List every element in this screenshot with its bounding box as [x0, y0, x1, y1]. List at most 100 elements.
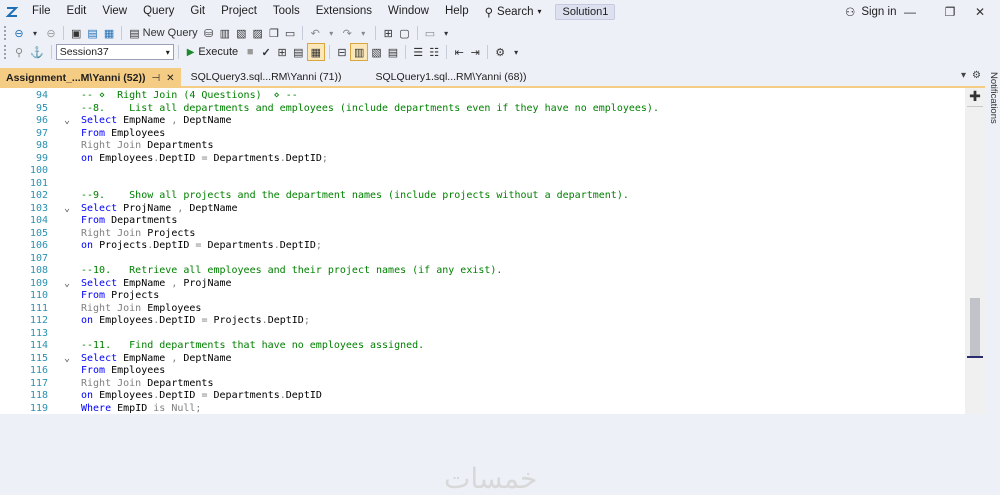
toolbar-grip[interactable] [4, 45, 8, 59]
code-line[interactable]: 111 Right Join Employees [0, 303, 965, 316]
menu-item-project[interactable]: Project [213, 0, 265, 23]
client-stats-icon[interactable]: ▧ [368, 43, 384, 61]
menu-item-tools[interactable]: Tools [265, 0, 308, 23]
code-line[interactable]: 118 on Employees.DeptID = Departments.Dep… [0, 390, 965, 403]
code-line[interactable]: 115 ⌄ Select EmpName , DeptName [0, 353, 965, 366]
stop-icon[interactable]: ■ [242, 43, 258, 61]
connect-icon[interactable]: ⚲ [11, 43, 27, 61]
code-line[interactable]: 110 From Projects [0, 290, 965, 303]
live-stats-icon[interactable]: ▥ [349, 43, 369, 61]
session-select[interactable]: Session37 ▾ [55, 44, 174, 60]
new-query-button[interactable]: ▤ New Query [126, 24, 200, 42]
code-line[interactable]: 102 --9. Show all projects and the depart… [0, 190, 965, 203]
chevron-down-icon[interactable]: ▾ [323, 24, 339, 42]
notifications-panel[interactable]: Notifications [985, 68, 1000, 414]
pin-icon[interactable]: ⊣ [151, 73, 160, 84]
fold-toggle-icon[interactable]: ⌄ [64, 353, 70, 366]
code-line[interactable]: 114 --11. Find departments that have no e… [0, 340, 965, 353]
parse-check-icon[interactable]: ✓ [258, 43, 274, 61]
code-line[interactable]: 96 ⌄ Select EmpName , DeptName [0, 115, 965, 128]
code-line[interactable]: 106 on Projects.DeptID = Departments.Dept… [0, 240, 965, 253]
chevron-down-icon[interactable]: ▾ [355, 24, 371, 42]
code-line[interactable]: 103 ⌄ Select ProjName , DeptName [0, 203, 965, 216]
comment-icon[interactable]: ▭ [422, 24, 438, 42]
increase-indent-icon[interactable]: ⇥ [467, 43, 483, 61]
specify-values-icon[interactable]: ⚙ [492, 43, 508, 61]
activity-monitor-icon[interactable]: ⊞ [380, 24, 396, 42]
save-icon[interactable]: ▤ [84, 24, 100, 42]
sign-in-button[interactable]: ⚇ Sign in [845, 0, 896, 23]
chevron-down-icon[interactable]: ▾ [508, 43, 524, 61]
code-line[interactable]: 113 [0, 328, 965, 341]
results-to-text-icon[interactable]: ▤ [385, 43, 401, 61]
menu-item-help[interactable]: Help [437, 0, 477, 23]
chevron-down-icon[interactable]: ▾ [438, 24, 454, 42]
back-icon[interactable]: ⊖ [11, 24, 27, 42]
code-line[interactable]: 105 Right Join Projects [0, 228, 965, 241]
vertical-scrollbar[interactable]: ✚ [965, 88, 985, 414]
menu-item-file[interactable]: File [24, 0, 59, 23]
code-line[interactable]: 98 Right Join Departments [0, 140, 965, 153]
code-line[interactable]: 97 From Employees [0, 128, 965, 141]
menu-item-window[interactable]: Window [380, 0, 437, 23]
analysis-icon[interactable]: ▧ [233, 24, 249, 42]
query-options-icon[interactable]: ▥ [217, 24, 233, 42]
code-line[interactable]: 100 [0, 165, 965, 178]
redo-icon[interactable]: ↷ [339, 24, 355, 42]
chevron-down-icon[interactable]: ▾ [27, 24, 43, 42]
save-all-icon[interactable]: ▦ [101, 24, 117, 42]
tab-sqlquery3[interactable]: SQLQuery3.sql...RM\Yanni (71)) [185, 68, 348, 86]
undo-icon[interactable]: ↶ [307, 24, 323, 42]
code-line[interactable]: 117 Right Join Departments [0, 378, 965, 391]
database-query-icon[interactable]: ⛁ [201, 24, 217, 42]
copy-icon[interactable]: ❐ [266, 24, 282, 42]
change-connection-icon[interactable]: ⚓ [27, 43, 47, 61]
fold-toggle-icon[interactable]: ⌄ [64, 278, 70, 291]
forward-icon[interactable]: ⊖ [43, 24, 59, 42]
decrease-indent-icon[interactable]: ⇤ [451, 43, 467, 61]
code-token: EmpName [117, 115, 172, 126]
scrollbar-thumb[interactable] [970, 298, 980, 356]
solution-explorer-icon[interactable]: ▢ [396, 24, 412, 42]
tab-sqlquery1[interactable]: SQLQuery1.sql...RM\Yanni (68)) [370, 68, 533, 86]
menu-item-query[interactable]: Query [135, 0, 182, 23]
paste-icon[interactable]: ▭ [282, 24, 298, 42]
code-line[interactable]: 112 on Employees.DeptID = Projects.DeptID… [0, 315, 965, 328]
minimize-button[interactable]: — [890, 0, 930, 23]
query-designer-icon[interactable]: ▤ [290, 43, 306, 61]
code-line[interactable]: 107 [0, 253, 965, 266]
menu-item-edit[interactable]: Edit [59, 0, 95, 23]
toolbar-grip[interactable] [4, 26, 8, 40]
close-button[interactable]: ✕ [960, 0, 1000, 23]
code-line[interactable]: 109 ⌄ Select EmpName , ProjName [0, 278, 965, 291]
code-line[interactable]: 99 on Employees.DeptID = Departments.Dept… [0, 153, 965, 166]
uncomment-lines-icon[interactable]: ☷ [426, 43, 442, 61]
code-line[interactable]: 95 --8. List all departments and employee… [0, 103, 965, 116]
gear-icon[interactable]: ⚙ [972, 70, 981, 81]
estimated-plan-icon[interactable]: ⊞ [274, 43, 290, 61]
menu-item-extensions[interactable]: Extensions [308, 0, 380, 23]
code-editor[interactable]: 94 -- ⋄ Right Join (4 Questions) ⋄ -- 95 --… [0, 88, 985, 495]
comment-lines-icon[interactable]: ☰ [410, 43, 426, 61]
report-icon[interactable]: ▨ [249, 24, 265, 42]
split-editor-icon[interactable]: ✚ [968, 89, 982, 103]
include-plan-icon[interactable]: ⊟ [334, 43, 350, 61]
code-line[interactable]: 94 -- ⋄ Right Join (4 Questions) ⋄ -- [0, 90, 965, 103]
new-item-icon[interactable]: ▣ [68, 24, 84, 42]
tab-assignment[interactable]: Assignment_...M\Yanni (52)) ⊣ ✕ [0, 68, 181, 86]
ssms-logo-icon[interactable] [0, 0, 24, 23]
code-line[interactable]: 104 From Departments [0, 215, 965, 228]
tab-list-dropdown-icon[interactable]: ▾ [961, 70, 966, 81]
code-line[interactable]: 116 From Employees [0, 365, 965, 378]
menu-item-git[interactable]: Git [182, 0, 213, 23]
code-line[interactable]: 119 Where EmpID is Null; [0, 403, 965, 416]
search-button[interactable]: ⚲ Search ▾ [477, 5, 550, 19]
close-icon[interactable]: ✕ [166, 73, 174, 84]
code-line[interactable]: 108 --10. Retrieve all employees and thei… [0, 265, 965, 278]
menu-item-view[interactable]: View [94, 0, 135, 23]
fold-toggle-icon[interactable]: ⌄ [64, 203, 70, 216]
results-to-grid-icon[interactable]: ▦ [306, 43, 325, 61]
execute-button[interactable]: ▶ Execute [183, 46, 242, 58]
fold-toggle-icon[interactable]: ⌄ [64, 115, 70, 128]
code-line[interactable]: 101 [0, 178, 965, 191]
